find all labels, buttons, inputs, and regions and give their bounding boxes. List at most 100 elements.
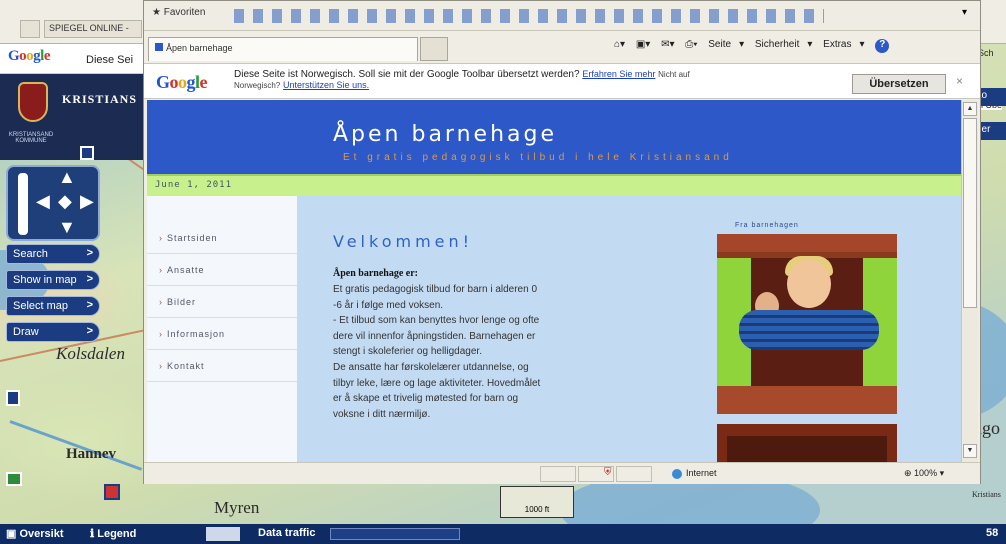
learn-more-link[interactable]: Erfahren Sie mehr	[582, 69, 655, 79]
center-icon[interactable]: ◆	[58, 191, 72, 212]
security-menu[interactable]: Sicherheit ▾	[755, 39, 813, 50]
map-marker-icon[interactable]	[6, 390, 20, 406]
new-tab-button[interactable]	[420, 37, 448, 61]
municipality-header: KRISTIANS KRISTIANSAND KOMMUNE	[0, 74, 150, 160]
site-header: Åpen barnehage Et gratis pedagogisk tilb…	[147, 100, 961, 174]
map-marker-icon[interactable]	[6, 472, 22, 486]
page-viewport[interactable]: Åpen barnehage Et gratis pedagogisk tilb…	[147, 100, 961, 462]
pan-left-icon[interactable]: ◀	[36, 191, 50, 212]
zoom-control[interactable]: ⊕ 100% ▾	[904, 468, 944, 479]
chevron-right-icon: >	[86, 273, 93, 285]
chevron-right-icon: >	[86, 247, 93, 259]
photo-caption: Fra barnehagen	[735, 222, 799, 229]
main-content: Velkommen! Åpen barnehage er: Et gratis …	[297, 196, 961, 462]
google-translate-bar: Google Diese Seite ist Norwegisch. Soll …	[144, 63, 980, 99]
select-map-label: Select map	[13, 300, 69, 312]
intro-line: De ansatte har førskolelærer utdannelse,…	[333, 361, 529, 373]
internet-zone[interactable]: Internet	[672, 468, 717, 479]
site-title: Åpen barnehage	[333, 122, 557, 147]
home-icon[interactable]: ⌂▾	[614, 39, 625, 50]
toolbar-menu-icon[interactable]: ▾	[962, 7, 967, 18]
page-menu[interactable]: Seite ▾	[708, 39, 744, 50]
print-icon[interactable]: ⎙▾	[685, 39, 697, 50]
tab-title: Åpen barnehage	[166, 43, 233, 53]
security-menu-label: Sicherheit	[754, 39, 800, 50]
menu-item-kontakt[interactable]: › Kontakt	[147, 350, 297, 382]
date: June 1, 2011	[155, 180, 233, 190]
zone-label: Internet	[686, 468, 717, 478]
close-icon[interactable]: ×	[956, 74, 963, 88]
intro-line: voksne i ditt nærmiljø.	[333, 408, 431, 420]
page-menu-label: Seite	[708, 39, 732, 50]
intro-line: dere vil innenfor åpningstiden. Barnehag…	[333, 330, 536, 342]
tab-aapen-barnehage[interactable]: Åpen barnehage	[148, 37, 418, 61]
google-logo: Google	[156, 72, 208, 92]
translate-message-text: Diese Seite ist Norwegisch. Soll sie mit…	[234, 69, 580, 80]
menu-item-startsiden[interactable]: › Startsiden	[147, 222, 297, 254]
bullet-icon: ›	[159, 233, 163, 243]
menu-item-ansatte[interactable]: › Ansatte	[147, 254, 297, 286]
draw-button[interactable]: Draw >	[6, 322, 100, 342]
toolbar-icons[interactable]	[234, 9, 824, 23]
tab-nav[interactable]	[20, 20, 40, 38]
map-marker-icon[interactable]	[104, 484, 120, 500]
oversikt-button[interactable]: ▣ Oversikt	[6, 527, 63, 540]
translate-button[interactable]: Übersetzen	[852, 74, 946, 94]
second-photo	[717, 424, 897, 462]
norwegian-question: Norwegisch?	[234, 81, 281, 90]
side-menu: › Startsiden › Ansatte › Bilder › Informasjo…	[147, 196, 297, 462]
support-link[interactable]: Unterstützen Sie uns.	[283, 80, 369, 90]
photo-beam	[727, 436, 887, 462]
feeds-icon[interactable]: ▣▾	[636, 39, 650, 50]
globe-icon	[672, 468, 682, 479]
favorites-toolbar: ★ Favoriten ▾	[144, 1, 980, 31]
pan-up-icon[interactable]: ▲	[58, 167, 76, 188]
pan-right-icon[interactable]: ▶	[80, 191, 94, 212]
intro-text: Et gratis pedagogisk tilbud for barn i a…	[333, 282, 623, 422]
scroll-up-icon[interactable]: ▲	[963, 102, 977, 116]
browser-popup-window[interactable]: ★ Favoriten ▾ Åpen barnehage ⌂▾ ▣▾ ✉▾ ⎙▾…	[143, 0, 981, 484]
menu-item-label: Informasjon	[167, 329, 226, 339]
map-label-hannev: Hannev	[66, 446, 117, 462]
scroll-thumb[interactable]	[963, 118, 977, 308]
status-segment	[616, 466, 652, 482]
favorites-label: Favoriten	[163, 7, 206, 18]
data-traffic-label: Data traffic	[258, 527, 316, 539]
map-tool-icon[interactable]	[80, 146, 94, 160]
search-button[interactable]: Search >	[6, 244, 100, 264]
help-icon[interactable]: ?	[875, 39, 890, 53]
map-navigation-pad[interactable]: ▲ ▼ ◀ ▶ ◆	[6, 165, 100, 241]
photo-sill	[717, 386, 897, 414]
vertical-scrollbar[interactable]: ▲ ▼	[961, 100, 978, 462]
mail-icon[interactable]: ✉▾	[661, 39, 674, 50]
select-map-button[interactable]: Select map >	[6, 296, 100, 316]
intro-line: tilbyr leke, lære og lage aktiviteter. H…	[333, 377, 541, 389]
data-traffic-bar	[330, 528, 460, 540]
search-button-label: Search	[13, 248, 48, 260]
menu-item-bilder[interactable]: › Bilder	[147, 286, 297, 318]
menu-item-informasjon[interactable]: › Informasjon	[147, 318, 297, 350]
map-scale-bar: 1000 ft	[500, 486, 574, 518]
translate-message: Diese Seite ist Norwegisch. Soll sie mit…	[234, 69, 690, 91]
google-logo: Google	[8, 48, 51, 64]
scroll-down-icon[interactable]: ▼	[963, 444, 977, 458]
favorites-button[interactable]: ★ Favoriten	[152, 7, 205, 18]
date-strip: June 1, 2011	[147, 174, 961, 196]
welcome-heading: Velkommen!	[333, 232, 474, 251]
extras-menu[interactable]: Extras ▾	[823, 39, 864, 50]
command-bar: ⌂▾ ▣▾ ✉▾ ⎙▾ Seite ▾ Sicherheit ▾ Extras ▾ ?	[614, 39, 897, 53]
pan-down-icon[interactable]: ▼	[58, 217, 76, 238]
scale-label: 1000 ft	[524, 505, 550, 514]
photo-child-face	[787, 260, 831, 308]
draw-label: Draw	[13, 326, 39, 338]
coat-of-arms-icon	[18, 82, 48, 122]
security-icon[interactable]: ⛨	[604, 467, 612, 478]
show-in-map-label: Show in map	[13, 274, 77, 286]
google-toolbar-background: Google Diese Sei	[0, 44, 150, 74]
show-in-map-button[interactable]: Show in map >	[6, 270, 100, 290]
bullet-icon: ›	[159, 329, 163, 339]
intro-line: er å skape et trivelig møtested for barn…	[333, 393, 519, 405]
zoom-slider[interactable]	[18, 173, 28, 235]
browser-tab[interactable]: SPIEGEL ONLINE -	[44, 20, 142, 38]
legend-button[interactable]: ℹ Legend	[90, 527, 136, 540]
